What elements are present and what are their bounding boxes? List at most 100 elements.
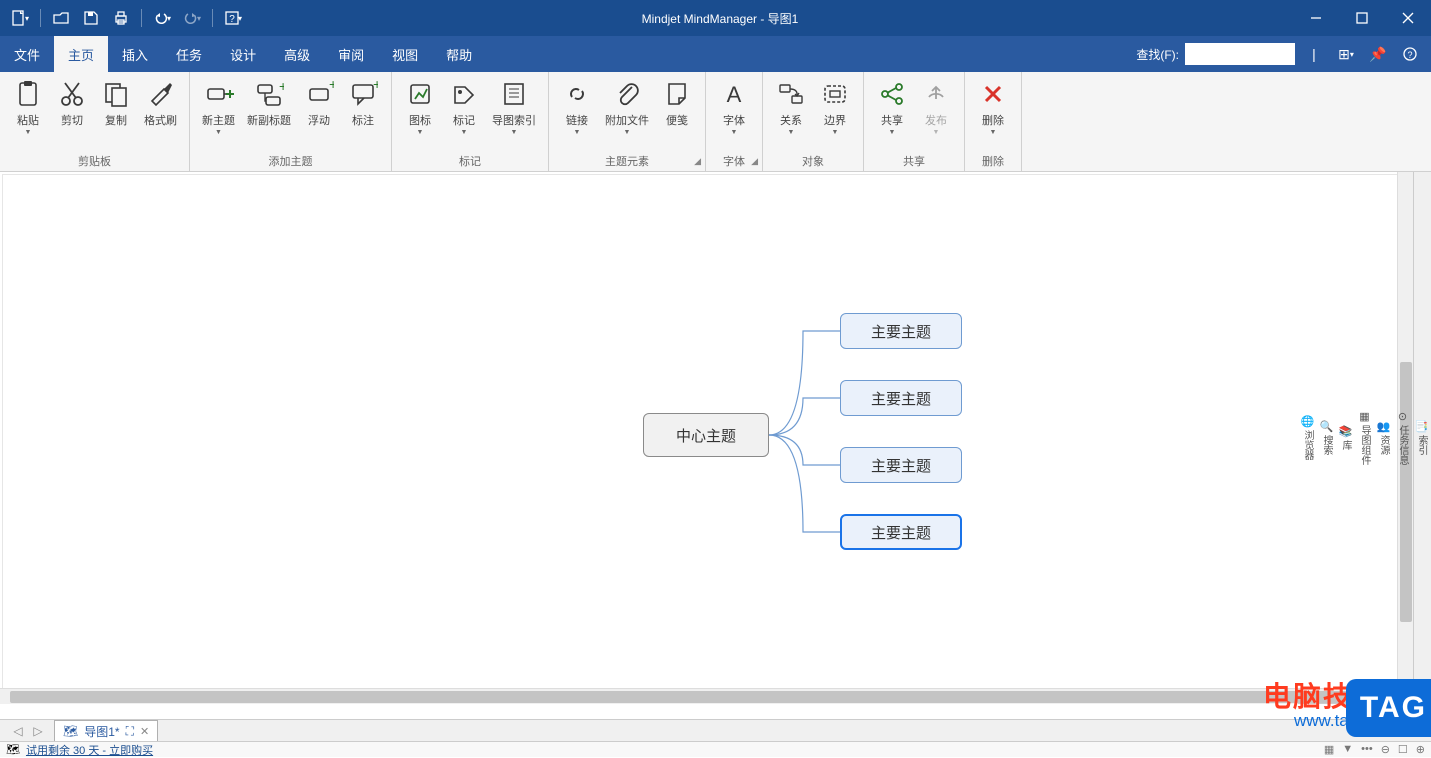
qat-open-button[interactable] — [47, 4, 75, 32]
ribbon-button-cut[interactable]: 剪切 — [50, 76, 94, 130]
ribbon-button-boundary[interactable]: 边界▼ — [813, 76, 857, 138]
ribbon-button-relation[interactable]: 关系▼ — [769, 76, 813, 138]
qat-print-button[interactable] — [107, 4, 135, 32]
ribbon-button-index[interactable]: 导图索引▼ — [486, 76, 542, 138]
qat-undo-button[interactable]: ▾ — [148, 4, 176, 32]
ribbon-button-subtopic[interactable]: +新副标题 — [241, 76, 297, 130]
qat-redo-button[interactable]: ▾ — [178, 4, 206, 32]
menu-item-1[interactable]: 主页 — [54, 36, 108, 72]
brush-icon — [145, 78, 177, 110]
ribbon-button-font[interactable]: A 字体▼ — [712, 76, 756, 138]
right-panel-tab-5[interactable]: 🔍搜索 — [1317, 172, 1336, 704]
canvas-area: 中心主题 主要主题 主要主题 主要主题 主要主题 — [0, 172, 1413, 704]
menu-item-3[interactable]: 任务 — [162, 36, 216, 72]
tab-close-icon[interactable]: ✕ — [140, 725, 149, 738]
right-panel-tab-4[interactable]: 📚库 — [1336, 172, 1355, 704]
group-expand-icon[interactable]: ◢ — [694, 156, 701, 167]
right-panel-tab-6[interactable]: 🌐浏览器 — [1298, 172, 1317, 704]
zoom-in-icon[interactable]: ⊕ — [1416, 743, 1425, 756]
ribbon-button-share[interactable]: 共享▼ — [870, 76, 914, 138]
zoom-out-icon[interactable]: ⊖ — [1381, 743, 1390, 756]
close-button[interactable] — [1385, 0, 1431, 36]
menu-item-5[interactable]: 高级 — [270, 36, 324, 72]
ribbon-button-link[interactable]: 链接▼ — [555, 76, 599, 138]
svg-text:+: + — [329, 79, 334, 92]
branch-topic-node[interactable]: 主要主题 — [840, 380, 962, 416]
group-expand-icon[interactable]: ◢ — [751, 156, 758, 167]
qat-separator — [40, 9, 41, 27]
layout-icon[interactable]: ⊞▾ — [1333, 46, 1359, 63]
ribbon-button-label: 删除 — [982, 112, 1004, 128]
ribbon-button-label: 字体 — [723, 112, 745, 128]
right-panel-tab-0[interactable]: 📑索引 — [1412, 172, 1431, 704]
right-panel-tab-2[interactable]: 👥资源 — [1374, 172, 1393, 704]
trial-link[interactable]: 试用剩余 30 天 - 立即购买 — [26, 742, 153, 758]
qat-new-button[interactable]: ▾ — [6, 4, 34, 32]
ribbon-button-delete[interactable]: 删除▼ — [971, 76, 1015, 138]
help-icon[interactable]: ? — [1397, 47, 1423, 61]
document-tab[interactable]: 🗺 导图1* ⛶ ✕ — [54, 720, 158, 742]
filter-icon[interactable]: ▼ — [1342, 743, 1353, 756]
ribbon-group-1: 新主题▼+新副标题+浮动+标注添加主题 — [190, 72, 392, 171]
ribbon-button-brush[interactable]: 格式刷 — [138, 76, 183, 130]
scrollbar-horizontal[interactable] — [0, 688, 1397, 704]
ribbon-button-newtopic[interactable]: 新主题▼ — [196, 76, 241, 138]
scroll-thumb[interactable] — [10, 691, 1360, 703]
tab-nav-prev[interactable]: ◁ — [8, 724, 28, 738]
menu-item-6[interactable]: 审阅 — [324, 36, 378, 72]
panel-tab-icon: ▦ — [1359, 410, 1369, 423]
tab-nav-next[interactable]: ▷ — [28, 724, 48, 738]
publish-icon — [920, 78, 952, 110]
canvas[interactable]: 中心主题 主要主题 主要主题 主要主题 主要主题 — [2, 174, 1413, 704]
svg-text:?: ? — [1407, 50, 1412, 60]
menu-item-7[interactable]: 视图 — [378, 36, 432, 72]
panel-tab-icon: 🔍 — [1320, 420, 1334, 433]
ribbon-button-label: 关系 — [780, 112, 802, 128]
menu-item-2[interactable]: 插入 — [108, 36, 162, 72]
more-icon[interactable]: ••• — [1361, 743, 1373, 756]
ribbon-button-copy[interactable]: 复制 — [94, 76, 138, 130]
panel-tab-icon: 📑 — [1415, 420, 1429, 433]
menu-right: 查找(F): | ⊞▾ 📌 ? — [1136, 36, 1431, 72]
svg-text:A: A — [727, 82, 742, 107]
ribbon-button-label: 浮动 — [308, 112, 330, 128]
doc-icon: 🗺 — [63, 724, 78, 738]
branch-topic-node[interactable]: 主要主题 — [840, 447, 962, 483]
panel-tab-icon: 🌐 — [1301, 415, 1315, 428]
central-topic-node[interactable]: 中心主题 — [643, 413, 769, 457]
qat-separator — [212, 9, 213, 27]
right-panel-tab-3[interactable]: ▦导图组件 — [1355, 172, 1374, 704]
ribbon-button-icons[interactable]: 图标▼ — [398, 76, 442, 138]
maximize-button[interactable] — [1339, 0, 1385, 36]
view-icon[interactable]: ▦ — [1324, 743, 1334, 756]
menu-separator-icon: | — [1301, 46, 1327, 62]
tab-expand-icon[interactable]: ⛶ — [126, 724, 134, 739]
qat-save-button[interactable] — [77, 4, 105, 32]
menu-item-4[interactable]: 设计 — [216, 36, 270, 72]
tag-icon — [448, 78, 480, 110]
menu-item-0[interactable]: 文件 — [0, 36, 54, 72]
right-panel-tab-1[interactable]: ⊙任务信息 — [1393, 172, 1412, 704]
chevron-down-icon: ▼ — [731, 129, 738, 136]
ribbon-group-label: 删除 — [965, 151, 1021, 171]
branch-topic-node-selected[interactable]: 主要主题 — [840, 514, 962, 550]
ribbon-group-label: 主题元素◢ — [549, 151, 705, 171]
panel-tab-label: 任务信息 — [1395, 425, 1410, 465]
ribbon-button-paste[interactable]: 粘贴▼ — [6, 76, 50, 138]
qat-separator — [141, 9, 142, 27]
ribbon-button-float[interactable]: + 浮动 — [297, 76, 341, 130]
ribbon-button-callout[interactable]: +标注 — [341, 76, 385, 130]
qat-help-button[interactable]: ?▾ — [219, 4, 247, 32]
pin-icon[interactable]: 📌 — [1365, 46, 1391, 63]
fit-icon[interactable]: ☐ — [1398, 743, 1408, 756]
chevron-down-icon: ▼ — [25, 129, 32, 136]
quick-access-toolbar: ▾ ▾ ▾ ?▾ — [0, 4, 247, 32]
ribbon-button-attach[interactable]: 附加文件▼ — [599, 76, 655, 138]
chevron-down-icon: ▼ — [417, 129, 424, 136]
menu-item-8[interactable]: 帮助 — [432, 36, 486, 72]
search-input[interactable] — [1185, 43, 1295, 65]
ribbon-button-tag[interactable]: 标记▼ — [442, 76, 486, 138]
ribbon-button-note[interactable]: 便笺 — [655, 76, 699, 130]
branch-topic-node[interactable]: 主要主题 — [840, 313, 962, 349]
minimize-button[interactable] — [1293, 0, 1339, 36]
